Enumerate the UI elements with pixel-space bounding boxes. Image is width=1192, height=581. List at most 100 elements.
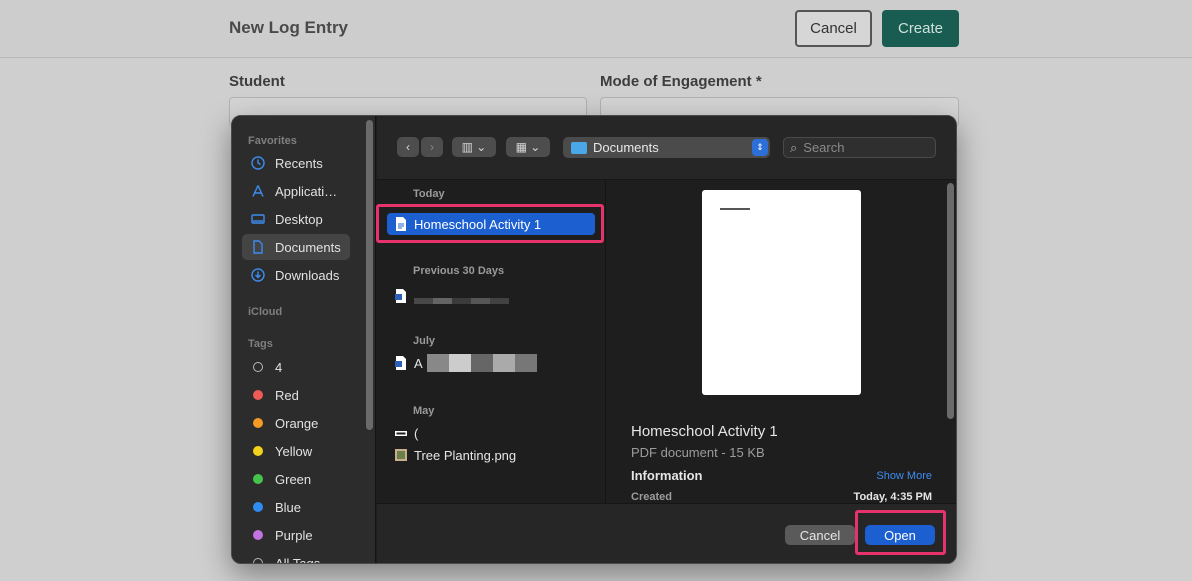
page-header xyxy=(0,0,1192,58)
mode-label: Mode of Engagement * xyxy=(600,73,762,90)
download-icon xyxy=(251,268,265,282)
created-value: Today, 4:35 PM xyxy=(853,491,932,503)
file-item-tree-planting[interactable]: Tree Planting.png xyxy=(387,444,595,466)
information-heading: Information xyxy=(631,468,703,483)
sidebar-tag-blue[interactable]: Blue xyxy=(242,494,350,520)
location-popup[interactable]: Documents ⇕ xyxy=(563,137,770,158)
sidebar-tag-yellow[interactable]: Yellow xyxy=(242,438,350,464)
tag-label: Green xyxy=(275,471,312,487)
tag-label: Orange xyxy=(275,415,319,431)
tag-dot-icon xyxy=(253,390,263,400)
image-file-icon xyxy=(395,448,407,462)
view-mode-button[interactable]: ▥ ⌄ xyxy=(452,137,496,157)
file-item-may-1[interactable]: ( xyxy=(387,422,595,444)
july-heading: July xyxy=(413,335,436,347)
may-heading: May xyxy=(413,405,435,417)
file-name: ( xyxy=(414,425,419,441)
dialog-toolbar: ‹ › ▥ ⌄ ▦ ⌄ Documents ⇕ ⌕ Search xyxy=(377,116,956,180)
tag-dot-icon xyxy=(253,418,263,428)
sidebar: Favorites Recents Applicati… Desktop Doc… xyxy=(232,116,376,564)
file-item-july[interactable]: A xyxy=(387,352,595,374)
sidebar-item-recents[interactable]: Recents xyxy=(242,150,350,176)
search-placeholder: Search xyxy=(803,140,845,155)
sidebar-tag-all[interactable]: All Tags… xyxy=(242,550,350,564)
sidebar-tag-orange[interactable]: Orange xyxy=(242,410,350,436)
sidebar-tag-red[interactable]: Red xyxy=(242,382,350,408)
forward-button[interactable]: › xyxy=(421,137,443,157)
word-file-icon xyxy=(395,289,407,303)
chevron-left-icon: ‹ xyxy=(406,140,410,154)
sidebar-item-downloads[interactable]: Downloads xyxy=(242,262,350,288)
tag-label: Purple xyxy=(275,527,313,543)
tag-dot-icon xyxy=(253,474,263,484)
chevron-right-icon: › xyxy=(430,140,434,154)
dialog-open-button[interactable]: Open xyxy=(865,525,935,545)
file-list: Today Homeschool Activity 1 Previous 30 … xyxy=(377,181,606,503)
redacted-text xyxy=(414,298,509,304)
open-file-dialog: Favorites Recents Applicati… Desktop Doc… xyxy=(231,115,957,564)
preview-file-name: Homeschool Activity 1 xyxy=(631,423,778,440)
sidebar-tag-4[interactable]: 4 xyxy=(242,354,350,380)
sidebar-item-applications[interactable]: Applicati… xyxy=(242,178,350,204)
file-item-redacted[interactable] xyxy=(387,285,595,307)
redacted-text xyxy=(426,354,537,372)
updown-chevron-icon: ⇕ xyxy=(752,139,768,156)
tag-dot-icon xyxy=(253,446,263,456)
file-name: Homeschool Activity 1 xyxy=(414,216,542,232)
preview-file-meta: PDF document - 15 KB xyxy=(631,445,765,460)
dialog-cancel-button[interactable]: Cancel xyxy=(785,525,855,545)
student-label: Student xyxy=(229,73,285,90)
created-label: Created xyxy=(631,491,672,503)
folder-icon xyxy=(571,141,587,154)
sidebar-item-desktop[interactable]: Desktop xyxy=(242,206,350,232)
search-input[interactable]: ⌕ Search xyxy=(783,137,936,158)
tag-dot-icon xyxy=(253,530,263,540)
back-button[interactable]: ‹ xyxy=(397,137,419,157)
sidebar-scrollbar[interactable] xyxy=(366,120,373,430)
search-icon: ⌕ xyxy=(790,139,798,155)
sidebar-item-documents[interactable]: Documents xyxy=(242,234,350,260)
tag-label: All Tags… xyxy=(275,555,334,564)
sidebar-item-label: Recents xyxy=(275,155,323,171)
file-icon xyxy=(395,426,407,440)
columns-view-icon: ▥ ⌄ xyxy=(461,140,487,154)
previous-30-days-heading: Previous 30 Days xyxy=(413,265,505,277)
favorites-heading: Favorites xyxy=(248,135,297,147)
icloud-heading: iCloud xyxy=(248,306,283,318)
clock-icon xyxy=(251,156,265,170)
file-item-homeschool-activity[interactable]: Homeschool Activity 1 xyxy=(387,213,595,235)
today-heading: Today xyxy=(413,188,445,200)
sidebar-tag-green[interactable]: Green xyxy=(242,466,350,492)
desktop-icon xyxy=(251,212,265,226)
dialog-footer: Cancel Open xyxy=(377,503,956,563)
tag-label: 4 xyxy=(275,359,283,375)
sidebar-item-label: Downloads xyxy=(275,267,340,283)
file-name: Tree Planting.png xyxy=(414,447,517,463)
page-title: New Log Entry xyxy=(229,18,349,37)
tag-label: Red xyxy=(275,387,299,403)
tag-dot-icon xyxy=(253,362,263,372)
sidebar-item-label: Documents xyxy=(275,239,341,255)
word-file-icon xyxy=(395,356,407,370)
tag-label: Yellow xyxy=(275,443,313,459)
sidebar-item-label: Applicati… xyxy=(275,183,338,199)
location-label: Documents xyxy=(593,140,659,155)
sidebar-tag-purple[interactable]: Purple xyxy=(242,522,350,548)
sidebar-item-label: Desktop xyxy=(275,211,323,227)
group-button[interactable]: ▦ ⌄ xyxy=(506,137,550,157)
page-cancel-button[interactable]: Cancel xyxy=(795,10,872,47)
show-more-link[interactable]: Show More xyxy=(876,470,932,482)
document-icon xyxy=(251,240,265,254)
page-create-button[interactable]: Create xyxy=(882,10,959,47)
tag-label: Blue xyxy=(275,499,302,515)
pdf-file-icon xyxy=(395,217,407,231)
preview-pane: Homeschool Activity 1 PDF document - 15 … xyxy=(607,181,956,503)
grid-icon: ▦ ⌄ xyxy=(515,140,541,154)
applications-icon xyxy=(251,184,265,198)
file-name: A xyxy=(414,355,423,371)
tag-dot-icon xyxy=(253,502,263,512)
preview-scrollbar[interactable] xyxy=(947,183,954,419)
document-thumbnail xyxy=(702,190,861,395)
tag-dot-icon xyxy=(253,558,263,563)
tags-heading: Tags xyxy=(248,338,273,350)
